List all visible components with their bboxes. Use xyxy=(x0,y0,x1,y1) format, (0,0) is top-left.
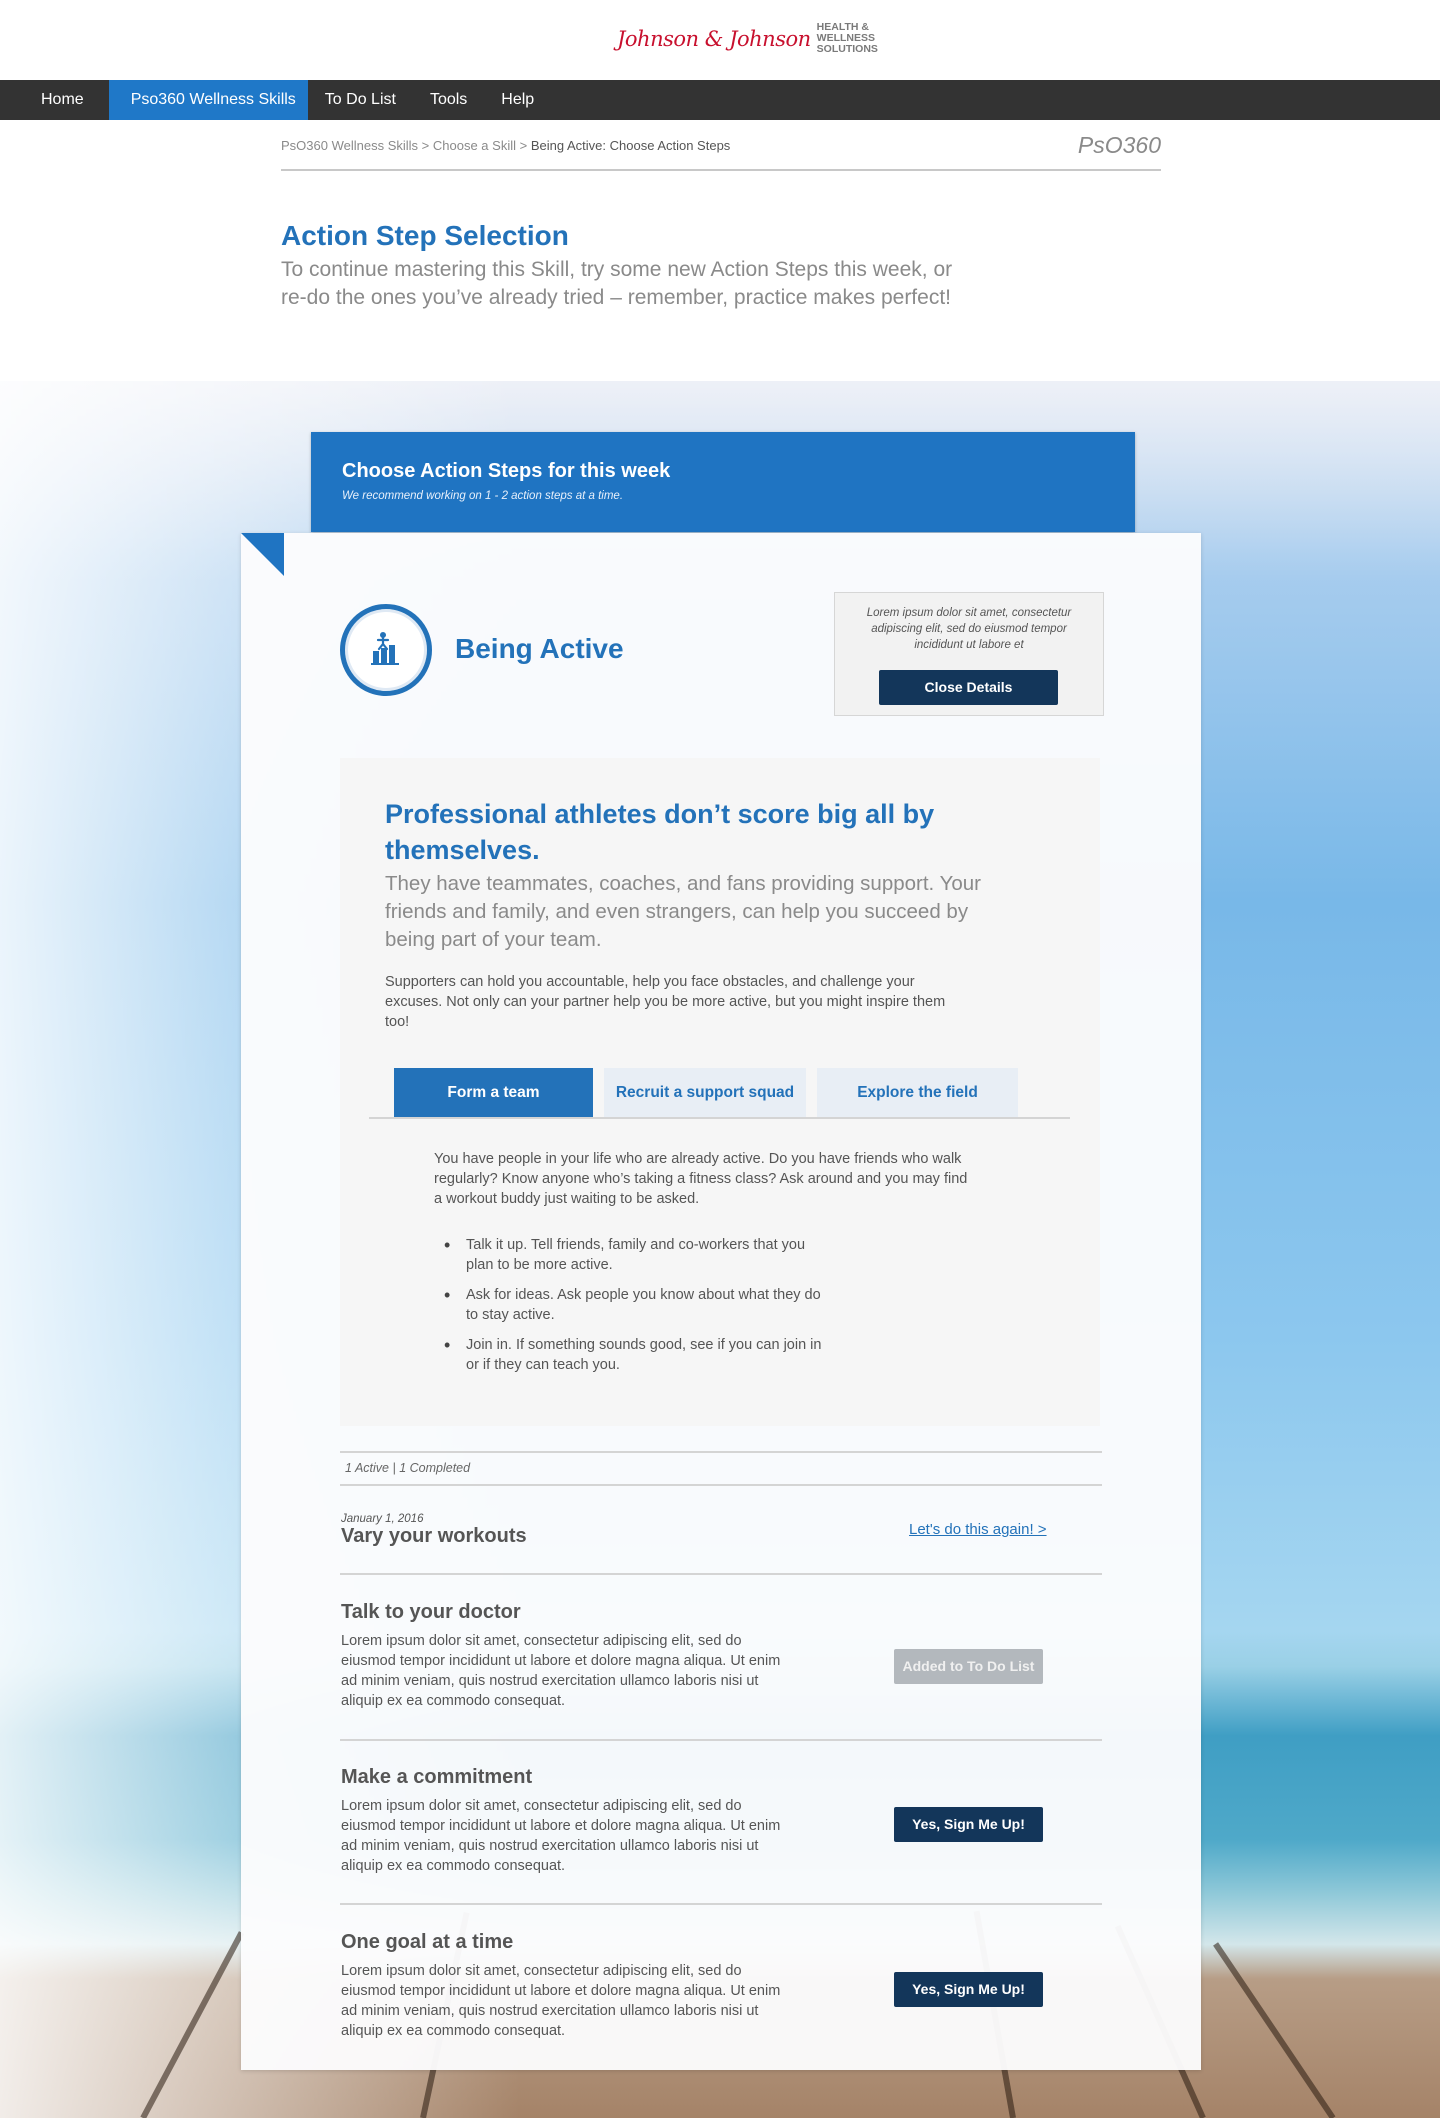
nav-todo-list[interactable]: To Do List xyxy=(308,80,413,120)
breadcrumb-current: Being Active: Choose Action Steps xyxy=(530,138,731,153)
logo-wordmark: Johnson & Johnson xyxy=(617,26,811,51)
main-nav: Home Pso360 Wellness Skills To Do List T… xyxy=(0,80,1440,120)
panel-heading: Professional athletes don’t score big al… xyxy=(385,799,935,865)
nav-help[interactable]: Help xyxy=(484,80,551,120)
breadcrumb-link-choose[interactable]: Choose a Skill xyxy=(433,138,516,153)
step-title: Talk to your doctor xyxy=(341,1601,521,1623)
choose-steps-title: Choose Action Steps for this week xyxy=(342,460,671,482)
list-item: Join in. If something sounds good, see i… xyxy=(444,1335,826,1375)
divider xyxy=(340,1903,1102,1905)
do-again-link[interactable]: Let's do this again! > xyxy=(909,1521,1047,1538)
card-corner-fold xyxy=(241,533,284,576)
close-details-button[interactable]: Close Details xyxy=(879,670,1058,705)
list-item: Ask for ideas. Ask people you know about… xyxy=(444,1285,826,1325)
company-logo[interactable]: Johnson & Johnson HEALTH & WELLNESS SOLU… xyxy=(617,22,878,55)
breadcrumb-separator: > xyxy=(421,138,430,153)
step-title: Make a commitment xyxy=(341,1766,533,1788)
list-item: Talk it up. Tell friends, family and co-… xyxy=(444,1235,826,1275)
step-description: Lorem ipsum dolor sit amet, consectetur … xyxy=(341,1633,781,1709)
nav-wellness-skills[interactable]: Pso360 Wellness Skills xyxy=(108,80,308,120)
deck-plank xyxy=(1213,1942,1336,2118)
skill-info-panel: Professional athletes don’t score big al… xyxy=(340,758,1100,1426)
page-intro: To continue mastering this Skill, try so… xyxy=(281,258,953,309)
page-title: Action Step Selection xyxy=(281,220,569,251)
being-active-badge xyxy=(340,604,432,696)
status-counts: 1 Active | 1 Completed xyxy=(345,1461,471,1475)
step-description: Lorem ipsum dolor sit amet, consectetur … xyxy=(341,1963,781,2039)
step-title: One goal at a time xyxy=(341,1931,514,1953)
status-bar: 1 Active | 1 Completed xyxy=(340,1451,1102,1486)
nav-home[interactable]: Home xyxy=(0,80,109,120)
sign-me-up-button[interactable]: Yes, Sign Me Up! xyxy=(894,1972,1043,2007)
tab-divider xyxy=(369,1117,1070,1119)
choose-steps-header: Choose Action Steps for this week We rec… xyxy=(311,432,1135,532)
skill-details-box: Lorem ipsum dolor sit amet, consectetur … xyxy=(834,592,1104,716)
added-to-todo-button[interactable]: Added to To Do List xyxy=(894,1649,1043,1684)
step-description: Lorem ipsum dolor sit amet, consectetur … xyxy=(341,1798,781,1874)
divider xyxy=(340,1739,1102,1741)
skill-name: Being Active xyxy=(455,633,624,664)
tab-content-list: Talk it up. Tell friends, family and co-… xyxy=(444,1235,826,1385)
page-header: PsO360 Wellness Skills > Choose a Skill … xyxy=(281,120,1161,312)
tab-explore-the-field[interactable]: Explore the field xyxy=(817,1068,1018,1117)
divider xyxy=(340,1573,1102,1575)
breadcrumb: PsO360 Wellness Skills > Choose a Skill … xyxy=(281,138,730,153)
breadcrumb-row: PsO360 Wellness Skills > Choose a Skill … xyxy=(281,120,1161,171)
completed-step-title: Vary your workouts xyxy=(341,1525,527,1547)
logo-bar: Johnson & Johnson HEALTH & WELLNESS SOLU… xyxy=(0,0,1440,80)
breadcrumb-link-skills[interactable]: PsO360 Wellness Skills xyxy=(281,138,418,153)
choose-steps-subtitle: We recommend working on 1 - 2 action ste… xyxy=(342,490,624,502)
tab-content-text: You have people in your life who are alr… xyxy=(434,1151,968,1207)
sign-me-up-button[interactable]: Yes, Sign Me Up! xyxy=(894,1807,1043,1842)
logo-subtitle: HEALTH & WELLNESS SOLUTIONS xyxy=(817,22,878,55)
pso360-mark: PsO360 xyxy=(1077,132,1161,158)
completed-date: January 1, 2016 xyxy=(341,1513,424,1525)
chart-person-icon xyxy=(371,632,399,665)
skill-details-text: Lorem ipsum dolor sit amet, consectetur … xyxy=(866,607,1072,651)
panel-lead: They have teammates, coaches, and fans p… xyxy=(385,872,982,951)
logo-sub-line: SOLUTIONS xyxy=(816,43,878,55)
tab-form-a-team[interactable]: Form a team xyxy=(394,1068,593,1117)
nav-tools[interactable]: Tools xyxy=(413,80,484,120)
breadcrumb-separator: > xyxy=(519,138,528,153)
panel-body: Supporters can hold you accountable, hel… xyxy=(385,974,946,1030)
tab-recruit-support-squad[interactable]: Recruit a support squad xyxy=(604,1068,806,1117)
action-steps-card: Being Active Lorem ipsum dolor sit amet,… xyxy=(241,533,1201,2070)
